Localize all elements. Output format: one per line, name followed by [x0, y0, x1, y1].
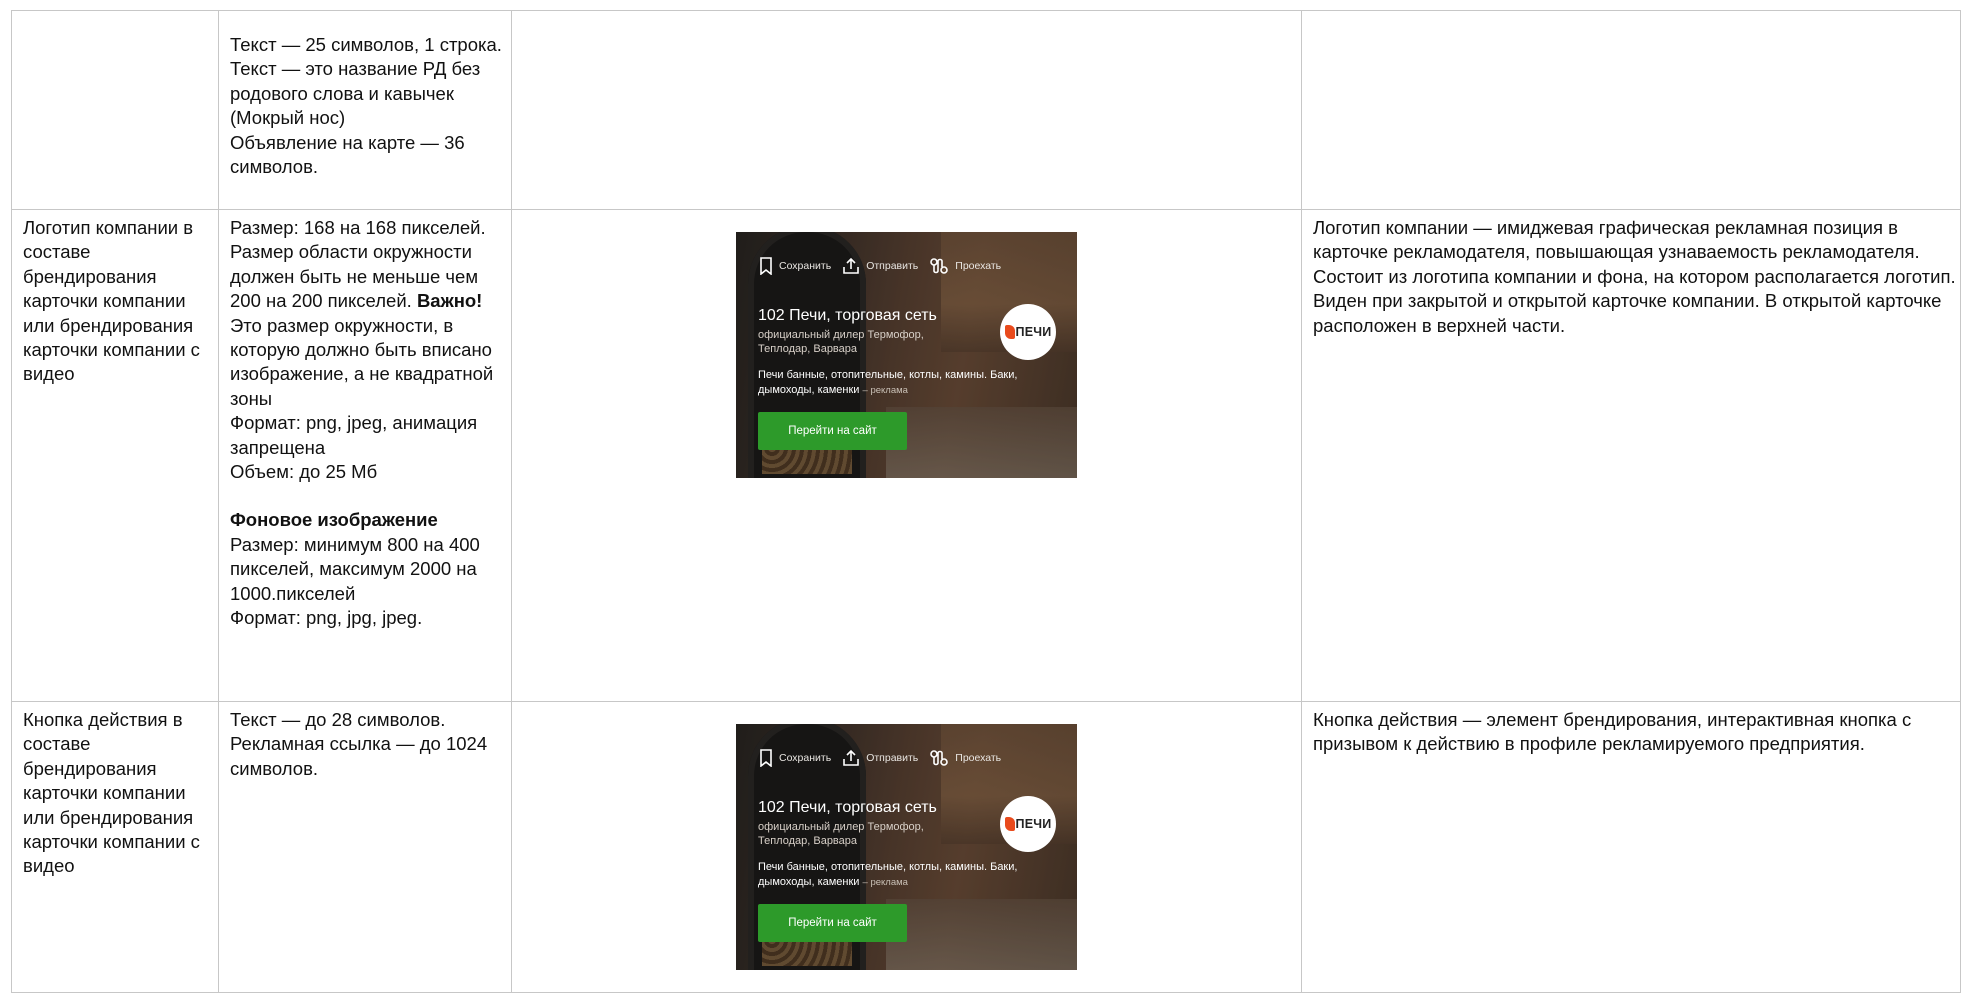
background-format-text: Формат: png, jpg, jpeg. — [230, 607, 423, 629]
requirement-text: Размер: 168 на 168 пикселей. Размер обла… — [230, 217, 494, 409]
table-row: Текст — 25 символов, 1 строка. Текст — э… — [11, 10, 1961, 210]
description-text — [1303, 12, 1960, 34]
go-to-site-button[interactable]: Перейти на сайт — [758, 412, 907, 450]
save-action[interactable]: Сохранить — [759, 254, 831, 278]
requirements-cell: Текст — до 28 символов. Рекламная ссылка… — [218, 701, 512, 993]
description-cell: Логотип компании — имиджевая графическая… — [1301, 209, 1961, 702]
route-icon — [930, 258, 949, 274]
description-text: Логотип компании — имиджевая графическая… — [1313, 217, 1956, 336]
flame-icon — [1004, 325, 1015, 339]
requirements-cell: Размер: 168 на 168 пикселей. Размер обла… — [218, 209, 512, 702]
table-row: Кнопка действия в составе брендирования … — [11, 701, 1961, 993]
card-actions: Сохранить Отправить Проехать — [759, 748, 1012, 768]
bookmark-icon — [760, 257, 772, 275]
element-name-cell: Кнопка действия в составе брендирования … — [11, 701, 219, 993]
company-title: 102 Печи, торговая сеть — [758, 799, 937, 816]
flame-icon — [1004, 817, 1015, 831]
share-icon — [843, 257, 859, 274]
description-text: Кнопка действия — элемент брендирования,… — [1313, 709, 1912, 755]
route-action[interactable]: Проехать — [929, 254, 1001, 278]
requirement-text: Текст — до 28 символов. — [230, 709, 446, 730]
table-row: Логотип компании в составе брендирования… — [11, 209, 1961, 702]
spec-table: Текст — 25 символов, 1 строка. Текст — э… — [11, 10, 1961, 993]
description-cell — [1301, 10, 1961, 210]
background-heading: Фоновое изображение — [230, 509, 438, 531]
company-logo: ПЕЧИ — [1000, 796, 1056, 852]
company-title: 102 Печи, торговая сеть — [758, 307, 937, 324]
company-subtitle: официальный дилер Термофор, Теплодар, Ва… — [758, 329, 924, 355]
bookmark-icon — [760, 749, 772, 767]
route-action[interactable]: Проехать — [929, 746, 1001, 770]
ad-description: Печи банные, отопительные, котлы, камины… — [758, 369, 1018, 396]
requirements-cell: Текст — 25 символов, 1 строка. Текст — э… — [218, 10, 512, 210]
element-name-cell — [11, 10, 219, 210]
element-name-cell: Логотип компании в составе брендирования… — [11, 209, 219, 702]
share-icon — [843, 749, 859, 766]
branding-preview-card: Сохранить Отправить Проехать 102 Печи, т… — [736, 724, 1077, 970]
route-icon — [930, 750, 949, 766]
send-action[interactable]: Отправить — [842, 254, 918, 278]
company-logo: ПЕЧИ — [1000, 304, 1056, 360]
element-name: Логотип компании в составе брендирования… — [23, 217, 200, 385]
save-action[interactable]: Сохранить — [759, 746, 831, 770]
send-action[interactable]: Отправить — [842, 746, 918, 770]
branding-preview-card: Сохранить Отправить Проехать 102 Печи, т… — [736, 232, 1077, 478]
requirement-text: Текст — 25 символов, 1 строка. Текст — э… — [230, 34, 502, 129]
requirement-text: Объявление на карте — 36 символов. — [230, 131, 465, 178]
preview-cell — [511, 10, 1302, 210]
preview-cell: Сохранить Отправить Проехать 102 Печи, т… — [511, 701, 1302, 993]
company-subtitle: официальный дилер Термофор, Теплодар, Ва… — [758, 821, 924, 847]
go-to-site-button[interactable]: Перейти на сайт — [758, 904, 907, 942]
card-actions: Сохранить Отправить Проехать — [759, 256, 1012, 276]
element-name: Кнопка действия в составе брендирования … — [23, 709, 200, 877]
background-size-text: Размер: минимум 800 на 400 пикселей, мак… — [230, 533, 480, 604]
requirement-text: Рекламная ссылка — до 1024 символов. — [230, 733, 488, 779]
preview-cell: Сохранить Отправить Проехать 102 Печи, т… — [511, 209, 1302, 702]
format-text: Формат: png, jpeg, анимация запрещена — [230, 412, 478, 458]
element-name — [13, 12, 218, 34]
ad-description: Печи банные, отопительные, котлы, камины… — [758, 861, 1018, 888]
important-label: Важно! — [416, 290, 483, 312]
description-cell: Кнопка действия — элемент брендирования,… — [1301, 701, 1961, 993]
size-limit-text: Объем: до 25 Мб — [230, 461, 378, 483]
